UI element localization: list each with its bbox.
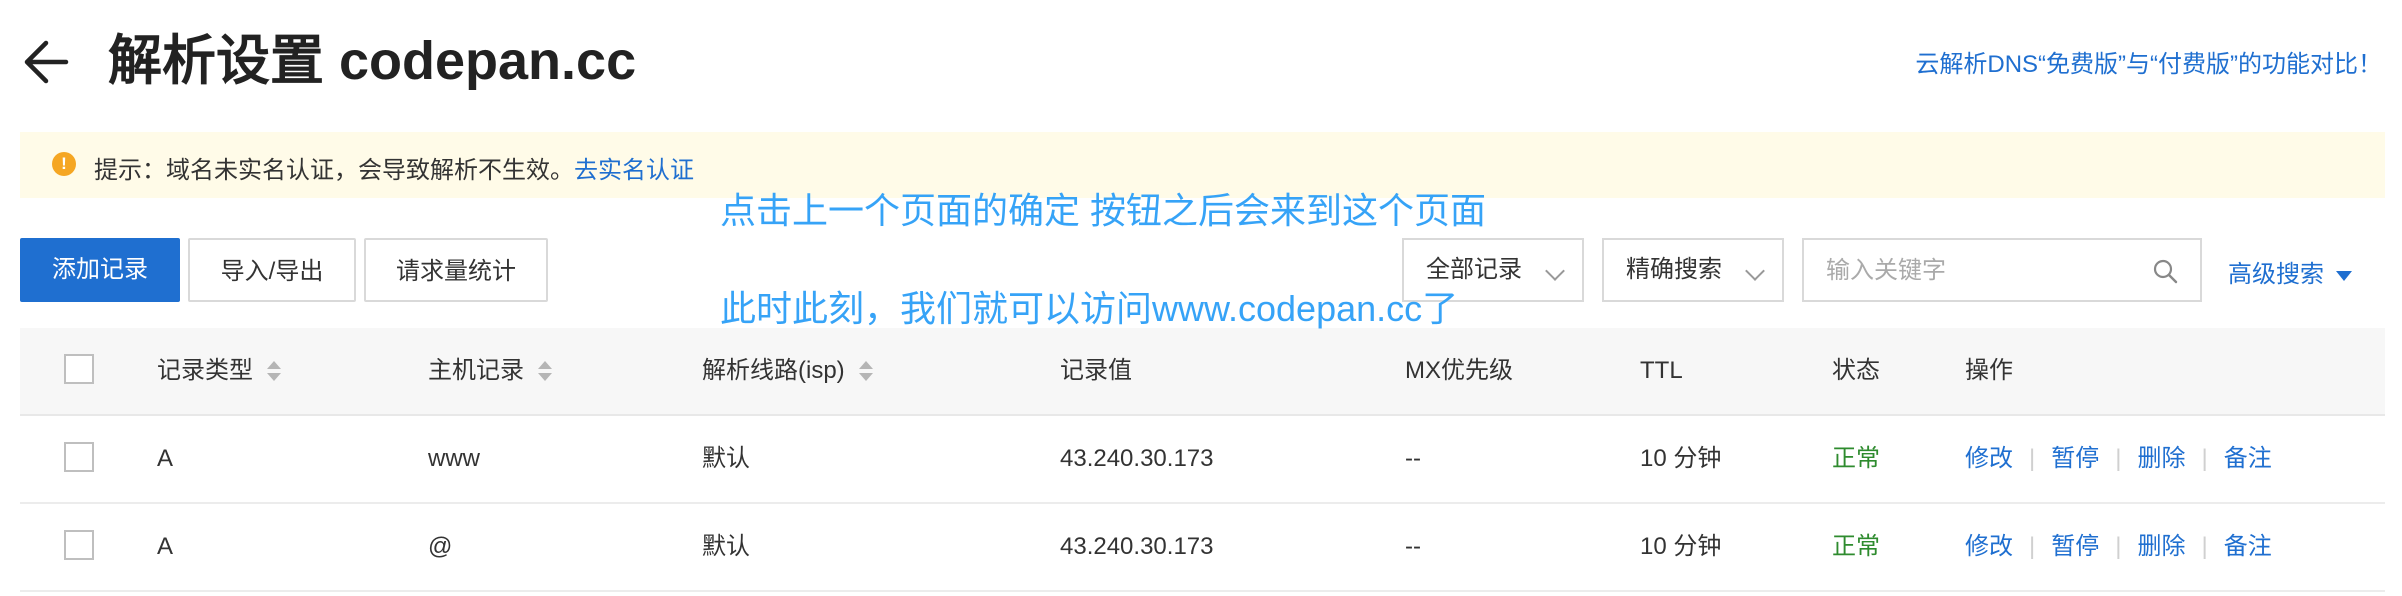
- pause-link[interactable]: 暂停: [2051, 445, 2099, 472]
- column-header-mx: MX优先级: [1405, 357, 1513, 384]
- divider: |: [2201, 445, 2208, 472]
- sort-icon[interactable]: [858, 360, 873, 384]
- divider: |: [2029, 445, 2036, 472]
- column-header-line: 解析线路(isp): [702, 328, 873, 414]
- record-filter-value: 全部记录: [1426, 256, 1522, 283]
- record-type: A: [157, 445, 174, 472]
- chevron-down-icon: [1745, 261, 1765, 281]
- column-header-host-label: 主机记录: [428, 357, 524, 384]
- sort-icon[interactable]: [538, 360, 552, 384]
- row-actions: 修改 | 暂停 | 删除 | 备注: [1965, 416, 2272, 502]
- delete-link[interactable]: 删除: [2137, 445, 2185, 472]
- divider: |: [2201, 533, 2208, 560]
- ttl-value: 10 分钟: [1640, 445, 1722, 472]
- verify-realname-link[interactable]: 去实名认证: [574, 157, 694, 184]
- row-checkbox[interactable]: [64, 442, 94, 472]
- annotation-line-1: 点击上一个页面的确定 按钮之后会来到这个页面: [720, 190, 1487, 231]
- divider: |: [2029, 533, 2036, 560]
- record-type: A: [157, 533, 174, 560]
- notice-text: 提示：域名未实名认证，会导致解析不生效。: [94, 157, 574, 184]
- note-link[interactable]: 备注: [2224, 445, 2272, 472]
- version-compare-link[interactable]: 云解析DNS“免费版”与“付费版”的功能对比！: [1915, 44, 2382, 79]
- advanced-search-toggle[interactable]: 高级搜索: [2228, 254, 2352, 289]
- annotation-line-2: 此时此刻，我们就可以访问www.codepan.cc了: [720, 288, 1459, 329]
- divider: |: [2115, 533, 2122, 560]
- search-mode-select[interactable]: 精确搜索: [1602, 238, 1784, 302]
- ttl-value: 10 分钟: [1640, 533, 1722, 560]
- warning-icon: !: [52, 152, 76, 176]
- status-badge: 正常: [1832, 533, 1880, 560]
- column-header-line-label: 解析线路(isp): [702, 357, 845, 384]
- column-header-ttl: TTL: [1640, 357, 1683, 384]
- status-badge: 正常: [1832, 445, 1880, 472]
- column-header-value: 记录值: [1060, 357, 1132, 384]
- delete-link[interactable]: 删除: [2137, 533, 2185, 560]
- host-record: @: [428, 533, 453, 560]
- column-header-ops: 操作: [1965, 357, 2013, 384]
- mx-priority: --: [1405, 445, 1421, 472]
- column-header-status: 状态: [1832, 357, 1880, 384]
- host-record: www: [428, 445, 480, 472]
- request-stats-button[interactable]: 请求量统计: [364, 238, 548, 302]
- search-box: [1802, 238, 2202, 302]
- advanced-search-label: 高级搜索: [2228, 261, 2324, 288]
- resolve-line: 默认: [702, 445, 750, 472]
- search-mode-value: 精确搜索: [1626, 256, 1722, 283]
- page-title: 解析设置 codepan.cc: [108, 31, 637, 91]
- divider: |: [2115, 445, 2122, 472]
- resolve-line: 默认: [702, 533, 750, 560]
- column-header-host: 主机记录: [428, 328, 552, 414]
- mx-priority: --: [1405, 533, 1421, 560]
- row-actions: 修改 | 暂停 | 删除 | 备注: [1965, 504, 2272, 590]
- edit-link[interactable]: 修改: [1965, 445, 2013, 472]
- row-checkbox[interactable]: [64, 530, 94, 560]
- table-row: A @ 默认 43.240.30.173 -- 10 分钟 正常 修改 | 暂停 | 删…: [20, 504, 2385, 592]
- add-record-button[interactable]: 添加记录: [20, 238, 180, 302]
- table-row: A www 默认 43.240.30.173 -- 10 分钟 正常 修改 | 暂停…: [20, 416, 2385, 504]
- pause-link[interactable]: 暂停: [2051, 533, 2099, 560]
- search-icon[interactable]: [2152, 258, 2178, 284]
- record-value: 43.240.30.173: [1060, 445, 1214, 472]
- column-header-type-label: 记录类型: [157, 357, 253, 384]
- search-input[interactable]: [1824, 252, 2128, 290]
- sort-icon[interactable]: [267, 360, 281, 384]
- notice-message: 提示：域名未实名认证，会导致解析不生效。去实名认证: [94, 150, 694, 185]
- note-link[interactable]: 备注: [2224, 533, 2272, 560]
- chevron-down-icon: [1545, 261, 1565, 281]
- import-export-button[interactable]: 导入/导出: [188, 238, 356, 302]
- column-header-type: 记录类型: [157, 328, 281, 414]
- dns-records-table: 记录类型 主机记录 解析线路(isp) 记录值 MX优先级 TTL 状态 操作 …: [20, 328, 2385, 592]
- table-header-row: 记录类型 主机记录 解析线路(isp) 记录值 MX优先级 TTL 状态 操作: [20, 328, 2385, 416]
- back-arrow-icon[interactable]: [20, 36, 72, 88]
- edit-link[interactable]: 修改: [1965, 533, 2013, 560]
- select-all-checkbox[interactable]: [64, 354, 94, 384]
- record-value: 43.240.30.173: [1060, 533, 1214, 560]
- caret-down-icon: [2336, 270, 2352, 281]
